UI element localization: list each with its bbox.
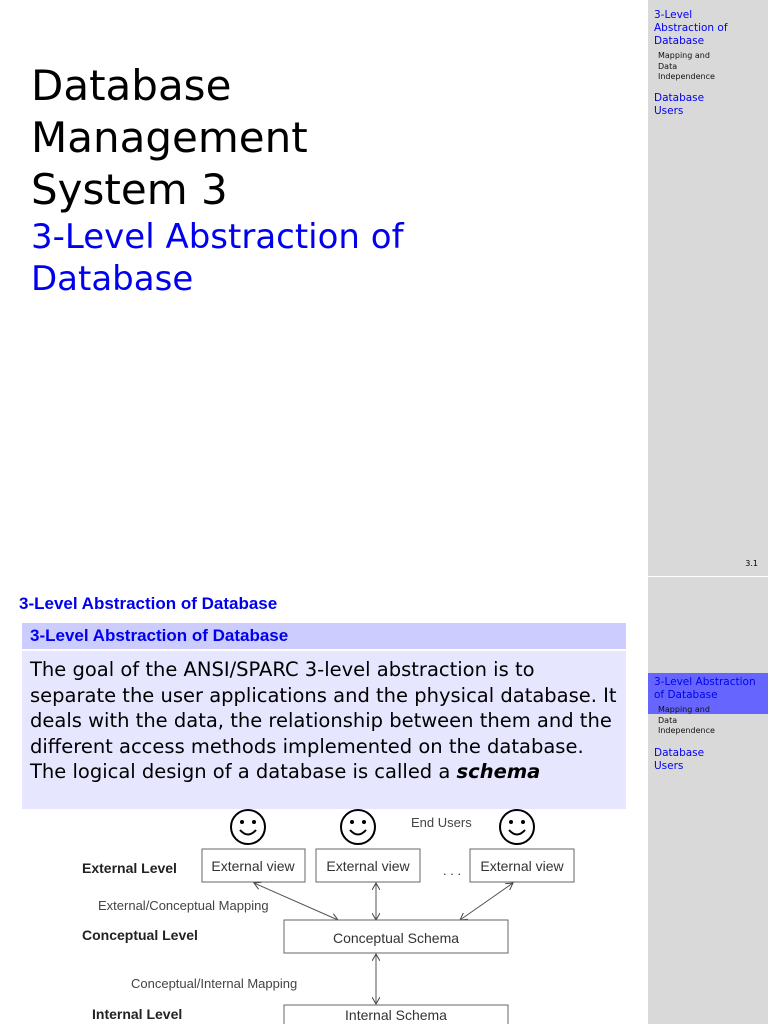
end-users-label: End Users	[411, 815, 472, 830]
smiley-icon	[340, 809, 376, 845]
sidebar-nav: 3-Level Abstraction of Database Mapping …	[648, 577, 768, 1024]
conceptual-schema-label: Conceptual Schema	[333, 930, 459, 946]
nav-subitem-mapping[interactable]: Mapping and Data Independence	[658, 51, 728, 83]
conceptual-level-label: Conceptual Level	[82, 927, 198, 943]
external-view-label: External view	[211, 858, 295, 874]
slide-2: 3-Level Abstraction of Database 3-Level …	[0, 577, 768, 1024]
slide-subtitle: 3-Level Abstraction of Database	[31, 217, 404, 299]
title-line: Management	[31, 113, 308, 162]
sidebar-nav: 3-Level Abstraction of Database Mapping …	[648, 0, 768, 576]
nav-item-3-level-abstraction[interactable]: 3-Level Abstraction of Database	[654, 9, 734, 48]
internal-level-label: Internal Level	[92, 1006, 182, 1022]
slide-title: Database Management System 3	[31, 60, 308, 216]
smiley-icon	[230, 809, 266, 845]
ext-conc-mapping-label: External/Conceptual Mapping	[98, 898, 269, 913]
title-line: Database	[31, 61, 232, 110]
mapping-arrow	[460, 883, 513, 920]
internal-schema-label: Internal Schema	[345, 1007, 447, 1023]
page-number: 3.1	[745, 559, 758, 568]
slide-1: Database Management System 3 3-Level Abs…	[0, 0, 768, 576]
external-view-label: External view	[480, 858, 564, 874]
nav-item-database-users[interactable]: Database Users	[654, 747, 714, 773]
smiley-icon	[499, 809, 535, 845]
nav-subitem-mapping[interactable]: Mapping and Data Independence	[658, 705, 728, 737]
conc-int-mapping-label: Conceptual/Internal Mapping	[131, 976, 297, 991]
external-view-label: External view	[326, 858, 410, 874]
three-level-diagram: End Users External Level External view E…	[82, 809, 575, 1024]
nav-item-3-level-abstraction[interactable]: 3-Level Abstraction of Database	[654, 676, 766, 702]
external-level-label: External Level	[82, 860, 177, 876]
nav-item-database-users[interactable]: Database Users	[654, 92, 714, 118]
title-line: System 3	[31, 165, 228, 214]
ellipsis: . . .	[443, 863, 461, 878]
